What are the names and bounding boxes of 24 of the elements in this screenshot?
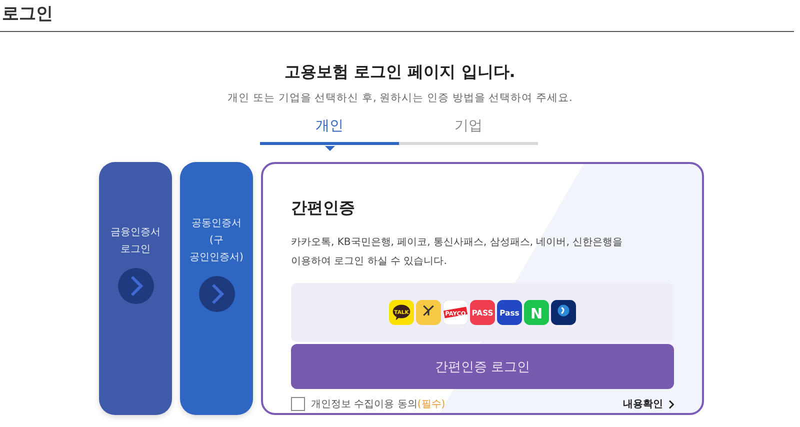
provider-logo-icon: N [524, 300, 549, 325]
chevron-right-icon [198, 276, 234, 312]
login-option-card[interactable]: 금융인증서 로그인 [99, 162, 172, 415]
provider-logo-icon: Pass [497, 300, 522, 325]
active-tab-pointer-icon [324, 146, 334, 151]
page-title: 로그인 [2, 4, 53, 24]
login-option-label: 금융인증서 로그인 [110, 226, 160, 256]
chevron-right-icon [118, 268, 154, 304]
instruction-text: 개인 또는 기업을 선택하신 후, 원하시는 인증 방법을 선택하여 주세요. [228, 91, 572, 105]
card-description: 카카오톡, KB국민은행, 페이코, 통신사패스, 삼성패스, 네이버, 신한은행을 이용하여 로그인 하실 수 있습니다. [291, 236, 624, 269]
login-option-card[interactable]: 공동인증서 (구 공인인증서) [180, 162, 253, 415]
chevron-right-icon [668, 400, 674, 408]
login-option-label: 공동인증서 (구 공인인증서) [190, 217, 244, 265]
card-title: 간편인증 [291, 198, 356, 219]
tab[interactable]: 개인 [260, 117, 399, 145]
page-heading: 고용보험 로그인 페이지 입니다. [284, 62, 516, 83]
provider-logo-icon [551, 300, 576, 325]
consent-checkbox[interactable] [291, 397, 305, 411]
tab[interactable]: 기업 [399, 117, 538, 145]
provider-logo-icon: PASS [470, 300, 495, 325]
simple-auth-login-button[interactable]: 간편인증 로그인 [291, 344, 674, 389]
consent-label: 개인정보 수집이용 동의(필수) [311, 398, 446, 411]
details-link[interactable]: 내용확인 [623, 397, 674, 411]
provider-logo-icon [416, 300, 441, 325]
